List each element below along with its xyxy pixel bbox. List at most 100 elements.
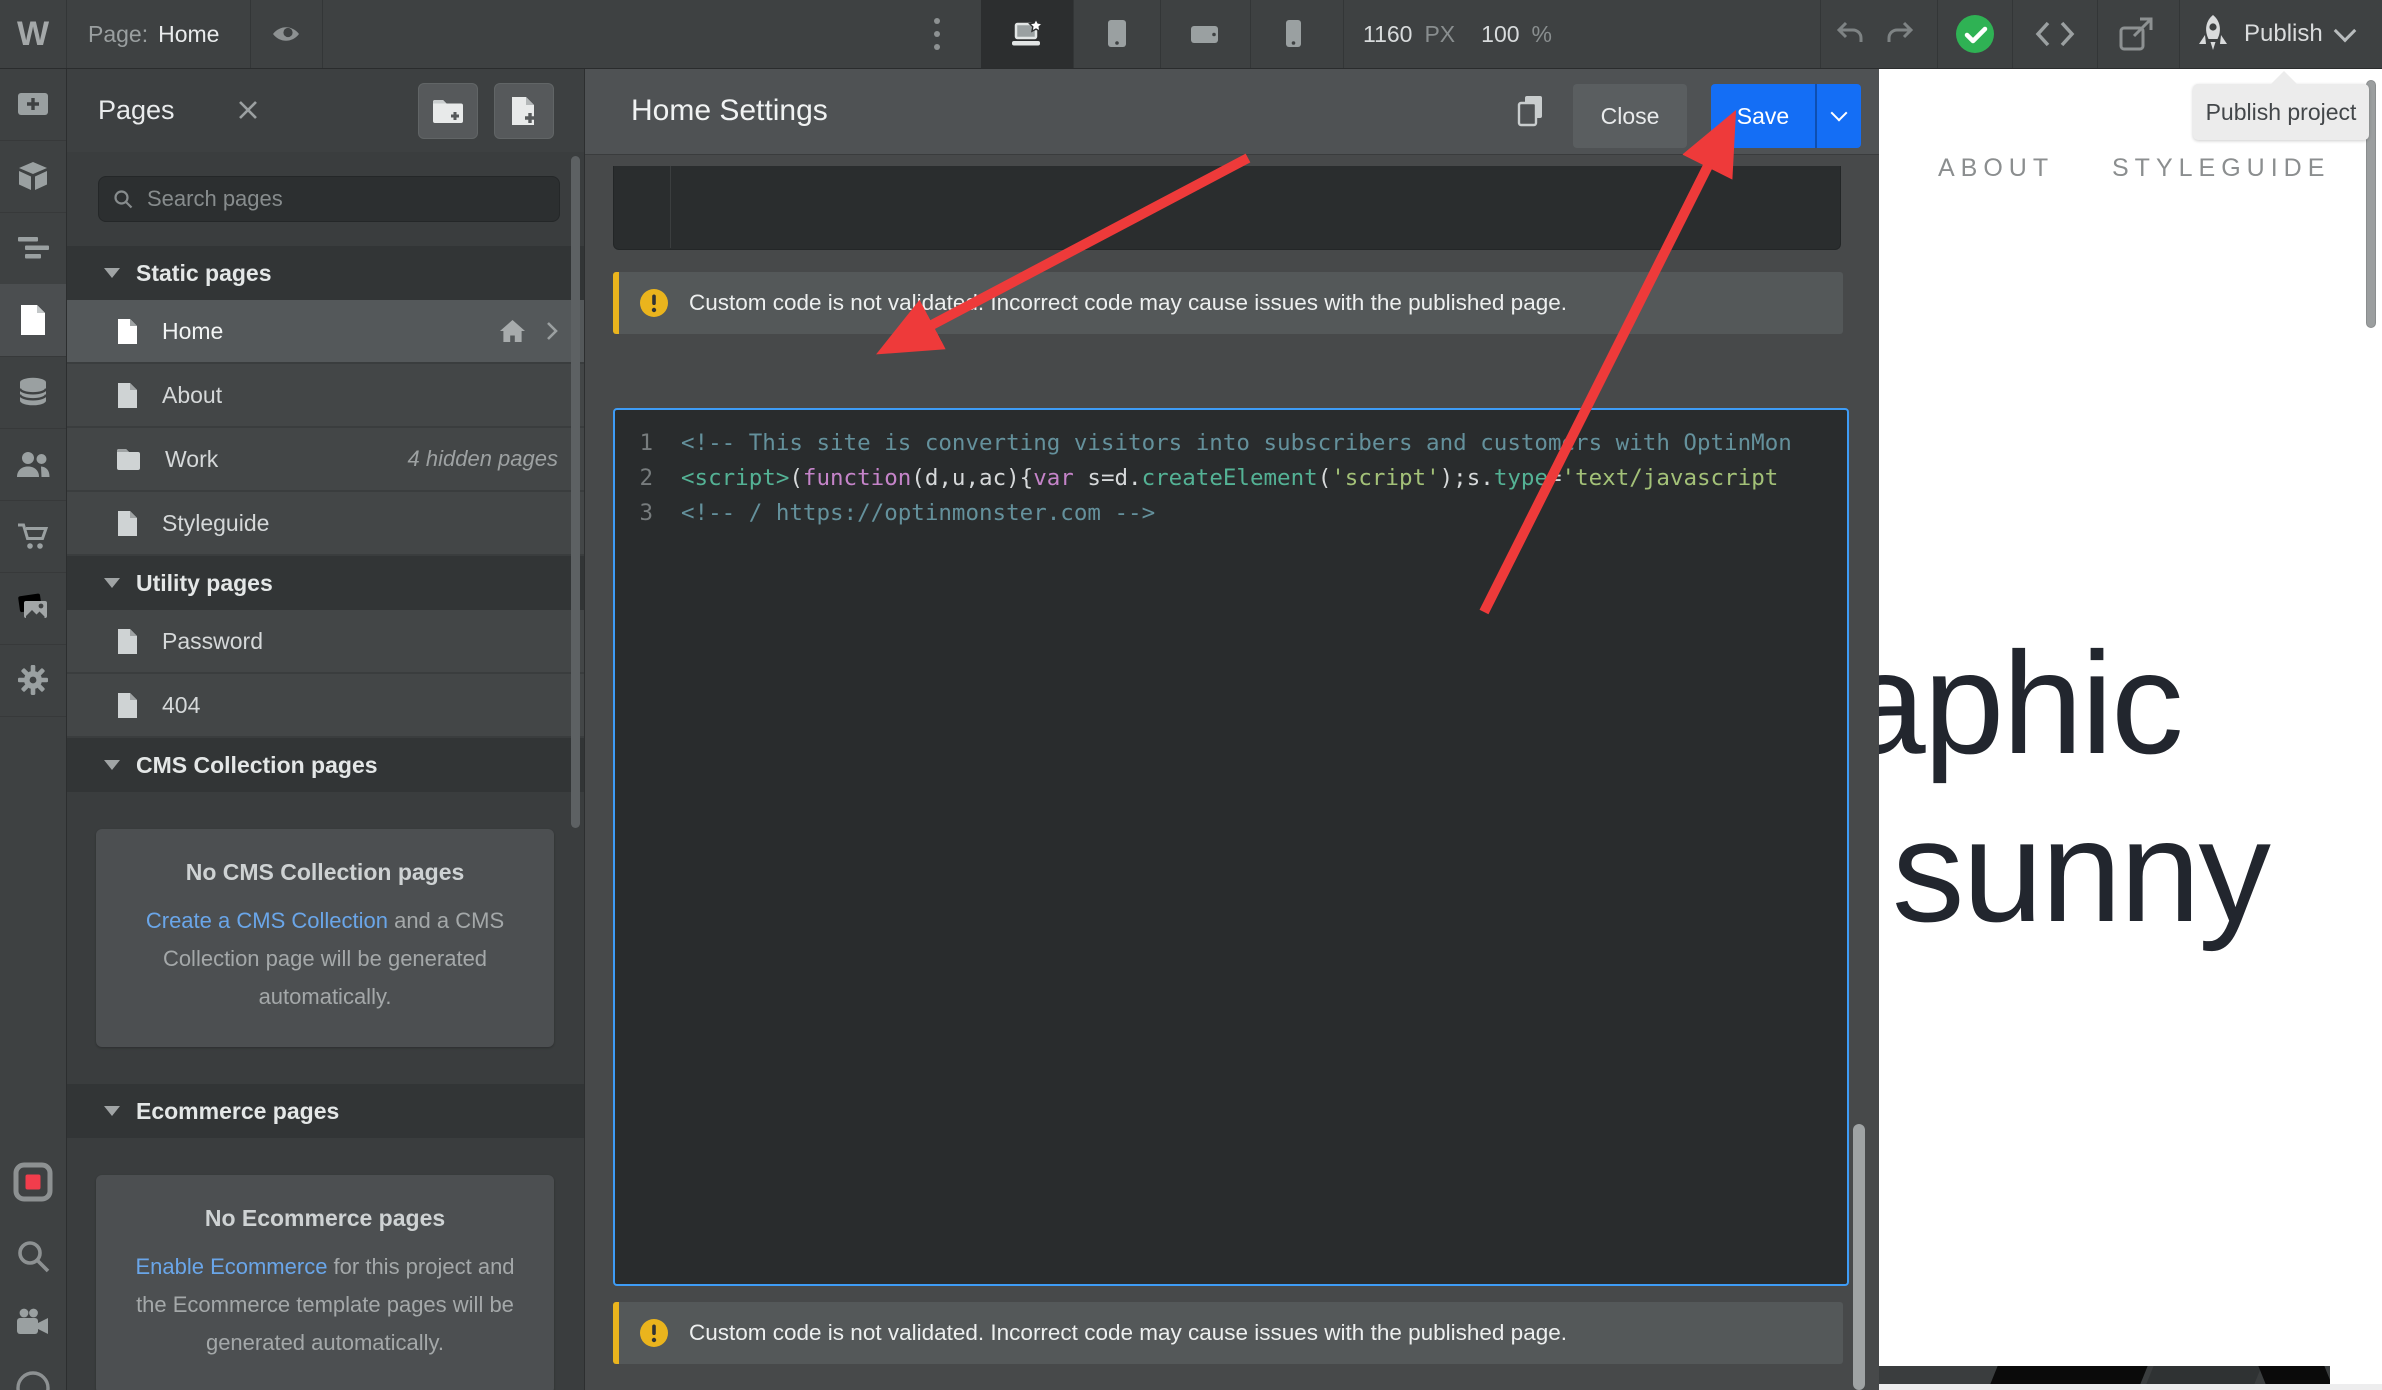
pages-scrollbar-thumb[interactable] [571,156,580,828]
kebab-menu-icon[interactable] [920,0,954,68]
divider [2012,0,2013,68]
assets-button[interactable] [0,572,66,645]
breakpoint-desktop-icon[interactable] [1008,0,1046,68]
preview-nav-styleguide[interactable]: STYLEGUIDE [2112,154,2330,183]
share-icon[interactable] [2114,0,2158,68]
code-export-icon[interactable] [2032,0,2078,68]
cms-collections-button[interactable] [0,356,66,429]
before-body-code-editor[interactable]: 1 <!-- This site is converting visitors i… [613,408,1849,1286]
pages-panel: Pages Static pages Home About Work 4 hidden … [66,68,584,1390]
pages-search-box[interactable] [98,176,560,222]
head-code-editor-bottom[interactable] [613,166,1841,250]
page-icon [118,318,137,344]
code-text: <!-- / https://optinmonster.com --> [681,500,1156,526]
breadcrumb[interactable]: Page: Home [88,0,219,68]
publish-tooltip: Publish project [2193,84,2369,140]
preview-nav-about[interactable]: ABOUT [1938,154,2054,183]
saved-check-icon[interactable] [1954,0,1996,68]
code-text: <script>(function(d,u,ac){var s=d.create… [681,465,1779,491]
page-item-404[interactable]: 404 [66,674,584,736]
page-icon [118,510,137,536]
divider [1160,0,1161,68]
settings-title: Home Settings [631,94,828,127]
pages-button-active[interactable] [0,284,66,357]
breakpoint-phone-landscape-icon[interactable] [1188,0,1222,68]
ecommerce-button[interactable] [0,500,66,573]
page-item-label: About [162,381,223,408]
add-elements-button[interactable] [0,68,66,141]
empty-state-title: No Ecommerce pages [204,1205,446,1232]
decorative-shape [2258,1366,2330,1384]
screen-record-button[interactable] [0,1146,66,1218]
page-item-styleguide[interactable]: Styleguide [66,492,584,554]
section-label: Utility pages [136,569,273,596]
pages-section-header[interactable]: Utility pages [66,556,584,610]
pages-section-body: No CMS Collection pages Create a CMS Col… [66,792,584,1085]
divider [1343,0,1344,68]
save-dropdown[interactable] [1815,84,1861,148]
divider [1250,0,1251,68]
page-item-about[interactable]: About [66,364,584,426]
code-text: <!-- This site is converting visitors in… [681,430,1792,456]
navigator-button[interactable] [0,212,66,285]
search-icon [114,190,133,209]
line-number: 3 [639,500,653,526]
save-button[interactable]: Save [1711,84,1861,148]
empty-state-link[interactable]: Create a CMS Collection [146,908,388,933]
tooltip-arrow [2270,71,2298,85]
page-item-label: Home [162,317,224,344]
canvas-width-value: 1160 [1363,20,1413,47]
search-button[interactable] [0,1220,66,1292]
preview-bottom-strip [1878,1384,2382,1390]
line-number: 2 [639,465,653,491]
page-item-work[interactable]: Work 4 hidden pages [66,428,584,490]
empty-state-link[interactable]: Enable Ecommerce [135,1254,327,1279]
undo-icon[interactable] [1830,0,1870,68]
pages-panel-header: Pages [66,68,584,153]
empty-state-card: No CMS Collection pages Create a CMS Col… [96,829,554,1048]
new-page-button[interactable] [494,83,554,139]
redo-icon[interactable] [1880,0,1920,68]
chevron-down-icon [2333,19,2357,43]
new-folder-button[interactable] [418,83,478,139]
pages-section-header[interactable]: CMS Collection pages [66,738,584,792]
video-tutorials-button[interactable] [0,1286,66,1358]
breakpoint-phone-portrait-icon[interactable] [1278,0,1310,68]
chevron-down-icon [1830,104,1848,122]
custom-code-warning-bottom: Custom code is not validated. Incorrect … [613,1302,1843,1364]
webflow-logo[interactable]: W [0,0,67,68]
close-pages-panel-icon[interactable] [234,96,262,124]
publish-button[interactable]: Publish [2196,0,2357,68]
help-button[interactable] [0,1358,66,1390]
settings-scrollbar-thumb[interactable] [1853,1124,1865,1390]
close-button[interactable]: Close [1573,84,1687,148]
save-label: Save [1736,102,1790,129]
breakpoint-tablet-icon[interactable] [1100,0,1134,68]
divider [1073,0,1074,68]
settings-button[interactable] [0,644,66,717]
page-item-home[interactable]: Home [66,300,584,362]
site-preview: ABOUT STYLEGUIDE aphic sunny Publish pro… [1878,68,2382,1390]
canvas-size-readout[interactable]: 1160 PX 100 % [1363,0,1552,68]
pages-section-header[interactable]: Ecommerce pages [66,1084,584,1139]
section-label: CMS Collection pages [136,751,378,778]
folder-icon [117,448,140,470]
hidden-pages-count: 4 hidden pages [407,446,558,471]
folder-plus-icon [433,100,463,123]
chevron-right-icon [547,322,558,340]
pages-section-header[interactable]: Static pages [66,246,584,300]
search-input[interactable] [145,185,545,213]
pages-list: Static pages Home About Work 4 hidden pages S… [66,246,584,1390]
users-button[interactable] [0,428,66,501]
duplicate-icon[interactable] [1515,94,1549,128]
preview-eye-icon[interactable] [266,0,306,68]
preview-heading-line-2: sunny [1892,790,2271,952]
code-line: 2 <script>(function(d,u,ac){var s=d.creat… [615,461,1847,496]
components-button[interactable] [0,140,66,213]
page-item-password[interactable]: Password [66,610,584,672]
canvas-width-unit: PX [1424,20,1456,47]
left-toolbar [0,68,67,1390]
divider [322,0,323,68]
page-name: Home [158,20,220,47]
page-item-label: Styleguide [162,509,270,536]
